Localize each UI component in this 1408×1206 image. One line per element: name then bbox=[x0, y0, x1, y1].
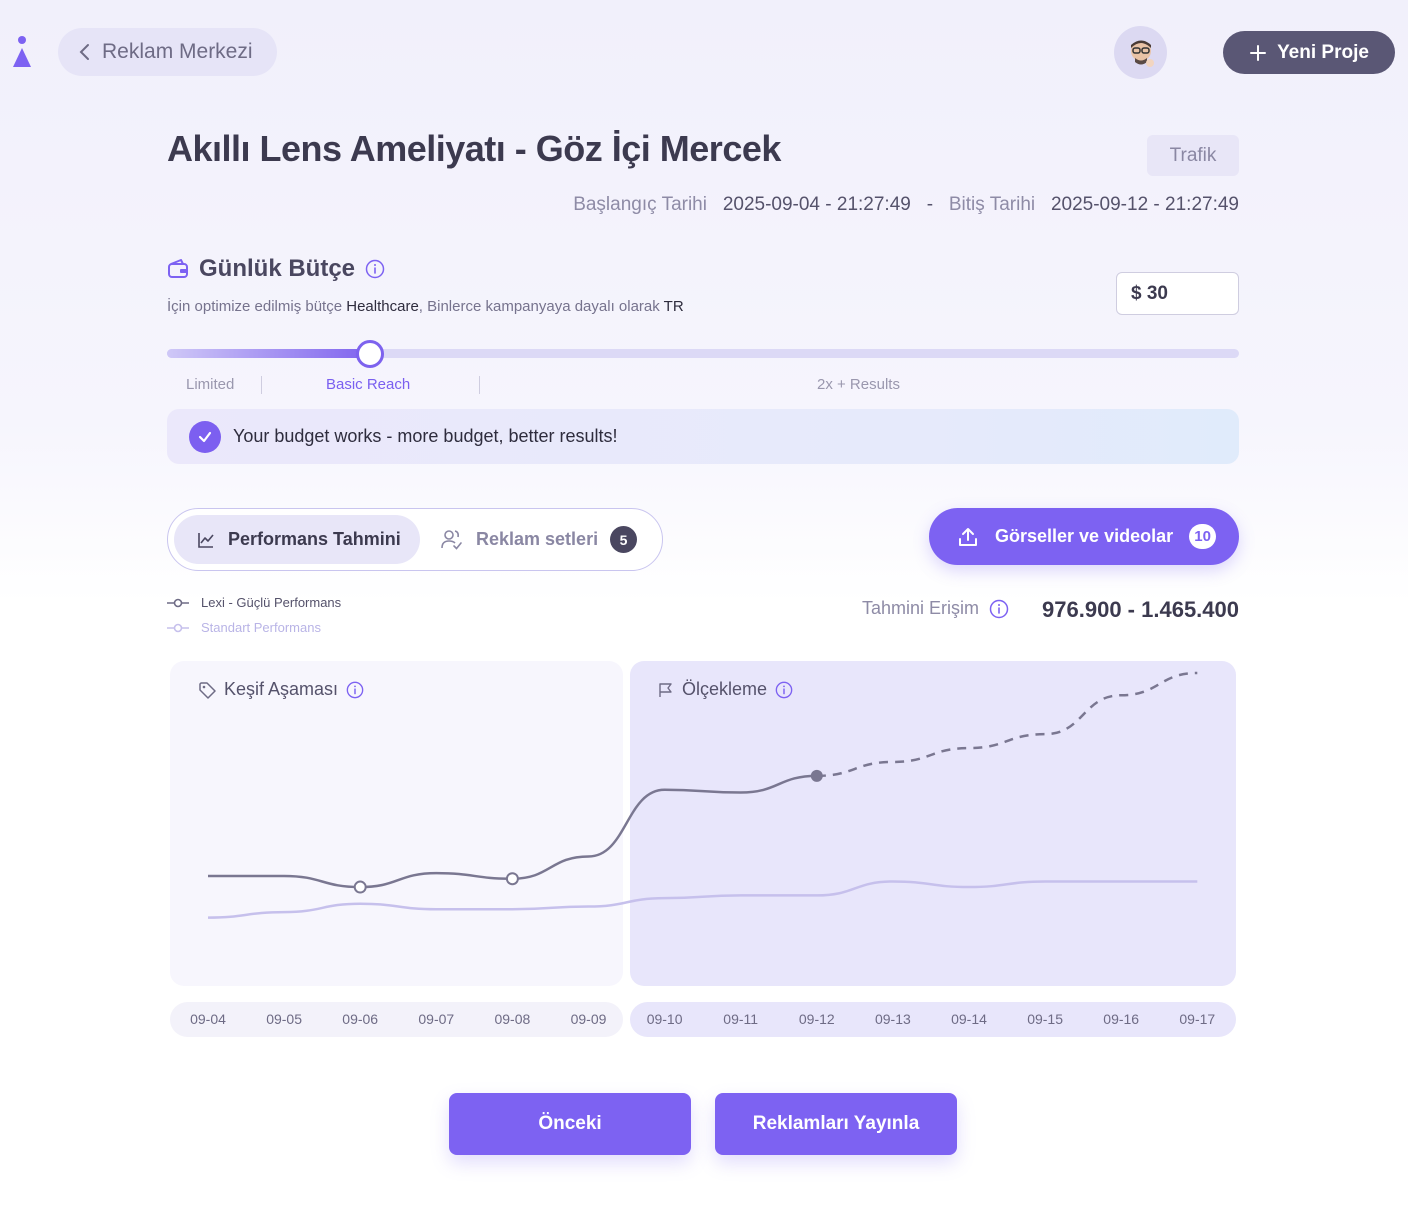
line-chart-icon bbox=[198, 532, 214, 548]
info-icon[interactable] bbox=[365, 259, 385, 279]
data-point-marker[interactable] bbox=[505, 872, 519, 886]
x-tick-label: 09-17 bbox=[1179, 1011, 1216, 1027]
x-tick-label: 09-07 bbox=[418, 1011, 455, 1027]
user-avatar-icon bbox=[1130, 40, 1154, 67]
legend-strong-label: Lexi - Güçlü Performans bbox=[201, 595, 342, 610]
x-tick-label: 09-13 bbox=[874, 1011, 911, 1027]
budget-feedback-banner: Your budget works - more budget, better … bbox=[167, 409, 1239, 464]
slider-divider bbox=[479, 376, 480, 394]
media-count-badge: 10 bbox=[1189, 524, 1217, 549]
budget-country: TR bbox=[663, 298, 684, 315]
budget-slider-thumb[interactable] bbox=[356, 340, 384, 368]
x-tick-label: 09-06 bbox=[342, 1011, 379, 1027]
budget-industry: Healthcare bbox=[346, 298, 419, 315]
budget-sub-prefix: İçin optimize edilmiş bütçe bbox=[167, 298, 343, 315]
wallet-icon bbox=[168, 259, 188, 278]
x-tick-label: 09-04 bbox=[190, 1011, 226, 1027]
previous-button[interactable]: Önceki bbox=[449, 1093, 691, 1155]
x-tick-label: 09-12 bbox=[798, 1011, 835, 1027]
legend-standard-label: Standart Performans bbox=[201, 620, 321, 635]
tab-ad-sets-label: Reklam setleri bbox=[476, 529, 599, 549]
budget-header: Günlük Bütçe bbox=[167, 255, 385, 283]
page-title: Akıllı Lens Ameliyatı - Göz İçi Mercek bbox=[167, 128, 781, 169]
level-basic-reach: Basic Reach bbox=[326, 376, 411, 393]
avatar[interactable] bbox=[1114, 26, 1167, 79]
users-check-icon bbox=[441, 529, 462, 550]
reach-label-text: Tahmini Erişim bbox=[862, 598, 980, 618]
check-icon bbox=[189, 420, 221, 453]
x-tick-label: 09-15 bbox=[1027, 1011, 1063, 1027]
series-line-strong bbox=[207, 774, 817, 889]
date-separator: - bbox=[926, 194, 934, 215]
estimated-reach-value: 976.900 - 1.465.400 bbox=[1042, 597, 1239, 622]
chevron-left-icon bbox=[79, 44, 89, 60]
end-date-label: Bitiş Tarihi bbox=[948, 194, 1036, 215]
x-tick-label: 09-05 bbox=[266, 1011, 302, 1027]
campaign-dates: Başlangıç Tarihi 2025-09-04 - 21:27:49 -… bbox=[573, 194, 1239, 216]
series-line-strong-projection bbox=[816, 671, 1198, 778]
publish-ads-button[interactable]: Reklamları Yayınla bbox=[715, 1093, 957, 1155]
estimated-reach-label: Tahmini Erişim bbox=[862, 598, 1009, 619]
tab-performance[interactable]: Performans Tahmini bbox=[174, 515, 420, 564]
app-logo[interactable] bbox=[10, 34, 34, 70]
start-date-value: 2025-09-04 - 21:27:49 bbox=[722, 194, 911, 215]
x-tick-label: 09-14 bbox=[951, 1011, 987, 1027]
budget-description: İçin optimize edilmiş bütçe Healthcare, … bbox=[167, 298, 684, 315]
level-limited: Limited bbox=[186, 376, 235, 393]
legend-standard: Standart Performans bbox=[167, 620, 321, 635]
x-tick-label: 09-11 bbox=[723, 1011, 759, 1027]
end-date-value: 2025-09-12 - 21:27:49 bbox=[1050, 194, 1239, 215]
budget-title: Günlük Bütçe bbox=[199, 255, 356, 282]
new-project-label: Yeni Proje bbox=[1277, 41, 1369, 63]
legend-strong: Lexi - Güçlü Performans bbox=[167, 595, 341, 610]
tab-ad-sets[interactable]: Reklam setleri 5 bbox=[440, 515, 638, 564]
objective-badge: Trafik bbox=[1147, 135, 1239, 176]
tab-performance-label: Performans Tahmini bbox=[228, 529, 401, 549]
ad-sets-count-badge: 5 bbox=[610, 526, 638, 553]
budget-feedback-text: Your budget works - more budget, better … bbox=[233, 426, 618, 446]
slider-divider bbox=[261, 376, 262, 394]
current-point-marker[interactable] bbox=[810, 769, 823, 782]
x-tick-label: 09-08 bbox=[494, 1011, 531, 1027]
daily-budget-input[interactable]: $ 30 bbox=[1116, 272, 1239, 315]
new-project-button[interactable]: Yeni Proje bbox=[1223, 31, 1395, 74]
back-button[interactable]: Reklam Merkezi bbox=[58, 28, 277, 76]
upload-icon bbox=[959, 527, 977, 546]
media-upload-button[interactable]: Görseller ve videolar 10 bbox=[929, 508, 1239, 565]
start-date-label: Başlangıç Tarihi bbox=[573, 194, 707, 215]
x-tick-label: 09-09 bbox=[570, 1011, 607, 1027]
x-tick-label: 09-10 bbox=[646, 1011, 683, 1027]
back-label: Reklam Merkezi bbox=[102, 40, 253, 63]
performance-chart bbox=[207, 671, 1198, 919]
legend-line-marker-icon bbox=[167, 623, 189, 632]
level-2x-results: 2x + Results bbox=[817, 376, 900, 393]
legend-line-marker-icon bbox=[167, 598, 189, 607]
media-button-label: Görseller ve videolar bbox=[995, 526, 1174, 546]
data-point-marker[interactable] bbox=[353, 880, 367, 894]
info-icon[interactable] bbox=[989, 599, 1009, 619]
plus-icon bbox=[1250, 44, 1267, 61]
x-tick-label: 09-16 bbox=[1103, 1011, 1140, 1027]
budget-slider-fill bbox=[167, 349, 371, 358]
budget-sub-middle: , Binlerce kampanyaya dayalı olarak bbox=[418, 298, 660, 315]
